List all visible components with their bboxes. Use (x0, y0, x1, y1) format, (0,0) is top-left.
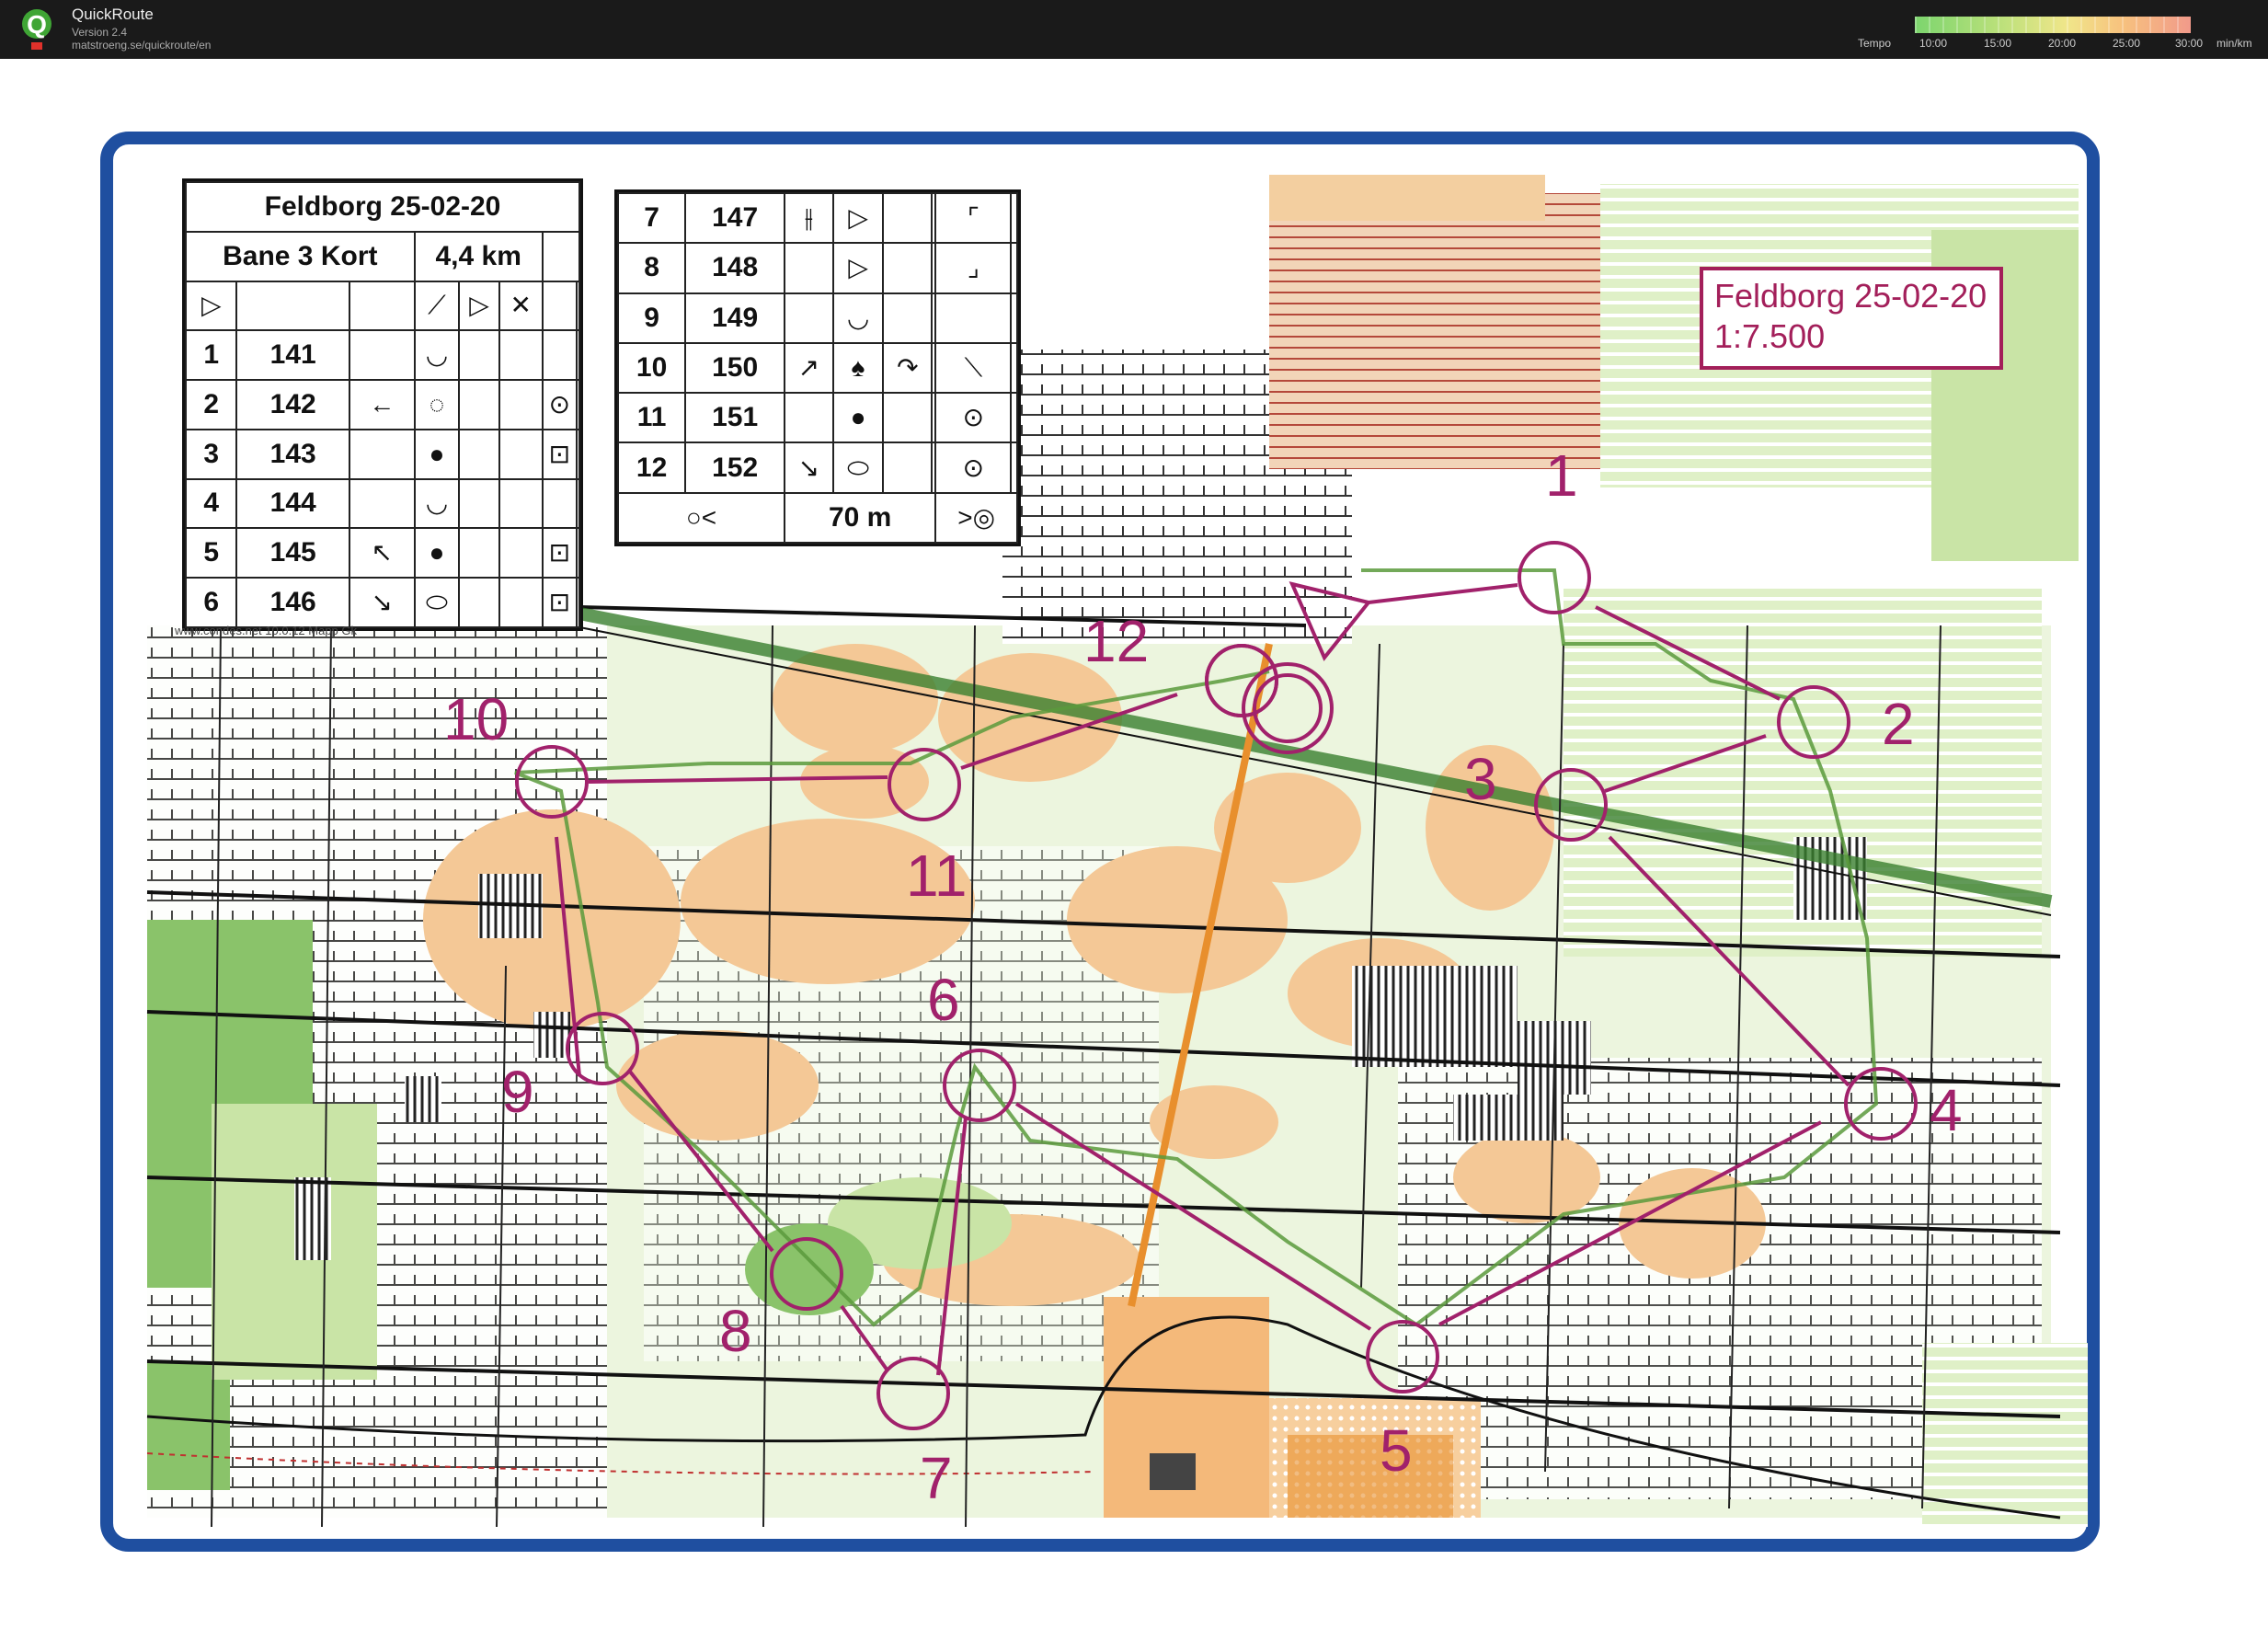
control-seq: 2 (184, 379, 238, 430)
finish-distance: 70 m (784, 491, 937, 545)
control-number-label: 6 (927, 967, 960, 1033)
control-number-label: 5 (1380, 1417, 1413, 1484)
control-number-label: 11 (906, 843, 968, 909)
control-code: 149 (684, 292, 786, 344)
control-code: 145 (235, 527, 350, 579)
corner-icon: ⌜ (967, 203, 979, 233)
corner-icon: ⌟ (967, 253, 979, 282)
control-code: 143 (235, 428, 350, 480)
course-length: 4,4 km (413, 230, 544, 282)
control-code: 148 (684, 242, 786, 294)
start-triangle-icon: ▷ (200, 291, 222, 320)
control-seq: 7 (616, 191, 687, 245)
control-number-label: 1 (1545, 442, 1578, 509)
course-name: Bane 3 Kort (185, 230, 416, 282)
depression-icon: ◡ (425, 340, 449, 370)
arrow-down-right-icon: ↘ (371, 588, 394, 617)
control-number-label: 7 (920, 1445, 953, 1511)
finish-start-icon: ○< (685, 502, 717, 532)
boulder-icon: ● (429, 439, 445, 468)
boulder-icon: ● (850, 403, 866, 432)
course-title: Feldborg 25-02-20 (185, 181, 580, 233)
triangle-dashed-icon: ▷ (848, 203, 868, 233)
triangle-dashed-icon: ▷ (848, 253, 868, 282)
map-title: Feldborg 25-02-20 (1714, 277, 1987, 315)
triangle-dashed-icon: ▷ (469, 291, 489, 320)
control-seq: 8 (616, 242, 687, 294)
control-code: 142 (235, 379, 350, 430)
map-scale: 1:7.500 (1714, 317, 1826, 355)
control-number-label: 10 (443, 686, 510, 752)
cross-icon: ✕ (510, 291, 533, 320)
dotted-circle-icon: ◌ (429, 389, 445, 419)
depression-icon: ◡ (425, 488, 449, 518)
line-end-icon: ⟍ (964, 352, 983, 382)
control-seq: 11 (616, 392, 687, 444)
control-seq: 1 (184, 329, 238, 382)
depression-icon: ◡ (846, 303, 870, 332)
curve-arrow-icon: ↷ (897, 352, 919, 382)
control-code: 144 (235, 477, 350, 530)
position-icon: ⊙ (548, 389, 571, 419)
control-code: 146 (235, 577, 350, 628)
control-seq: 6 (184, 577, 238, 628)
oval-icon: ⬭ (426, 588, 448, 617)
arrow-up-right-icon: ↗ (797, 352, 820, 382)
control-code: 150 (684, 341, 786, 395)
control-seq: 12 (616, 442, 687, 494)
control-seq: 4 (184, 477, 238, 530)
control-code: 151 (684, 392, 786, 444)
tree-icon: ♠ (851, 352, 865, 382)
control-seq: 3 (184, 428, 238, 480)
position-icon: ⊡ (548, 538, 571, 568)
control-number-label: 4 (1930, 1077, 1963, 1143)
oval-icon: ⬭ (847, 453, 870, 482)
arrow-up-left-icon: ↖ (371, 538, 394, 568)
position-icon: ⊡ (548, 588, 571, 617)
path-symbol-icon: ⟋ (428, 291, 446, 320)
control-number-label: 3 (1464, 746, 1497, 812)
map-title-box: Feldborg 25-02-20 1:7.500 (1700, 267, 2003, 370)
control-seq: 9 (616, 292, 687, 344)
boulder-icon: ● (429, 538, 445, 568)
control-number-label: 12 (1083, 608, 1150, 674)
position-icon: ⊙ (962, 403, 985, 432)
control-code: 152 (684, 442, 786, 494)
control-number-label: 8 (719, 1298, 752, 1364)
arrow-down-right-icon: ↘ (797, 453, 820, 482)
arrow-left-icon: ← (369, 389, 395, 419)
fence-icon: ⫲ (804, 203, 813, 233)
control-seq: 10 (616, 341, 687, 395)
control-description-sheet-1: Feldborg 25-02-20 Bane 3 Kort 4,4 km ▷ ⟋… (182, 178, 583, 631)
control-seq: 5 (184, 527, 238, 579)
control-description-sheet-2: 7 147 ⫲ ▷ ⌜ 8 148 ▷ ⌟ 9 149 ◡ 10 150 ↗ ♠ ↷ ⟍ 11 151 ● ⊙ 1… (614, 189, 1021, 546)
credit-text: www.condes.net 10.0.12 Mapp Gk (175, 624, 358, 637)
control-number-label: 2 (1882, 691, 1915, 757)
position-icon: ⊡ (548, 439, 571, 468)
control-number-label: 9 (501, 1059, 534, 1125)
position-icon: ⊙ (962, 453, 985, 482)
control-code: 141 (235, 329, 350, 382)
control-code: 147 (684, 191, 786, 245)
finish-icon: >◎ (957, 502, 996, 532)
